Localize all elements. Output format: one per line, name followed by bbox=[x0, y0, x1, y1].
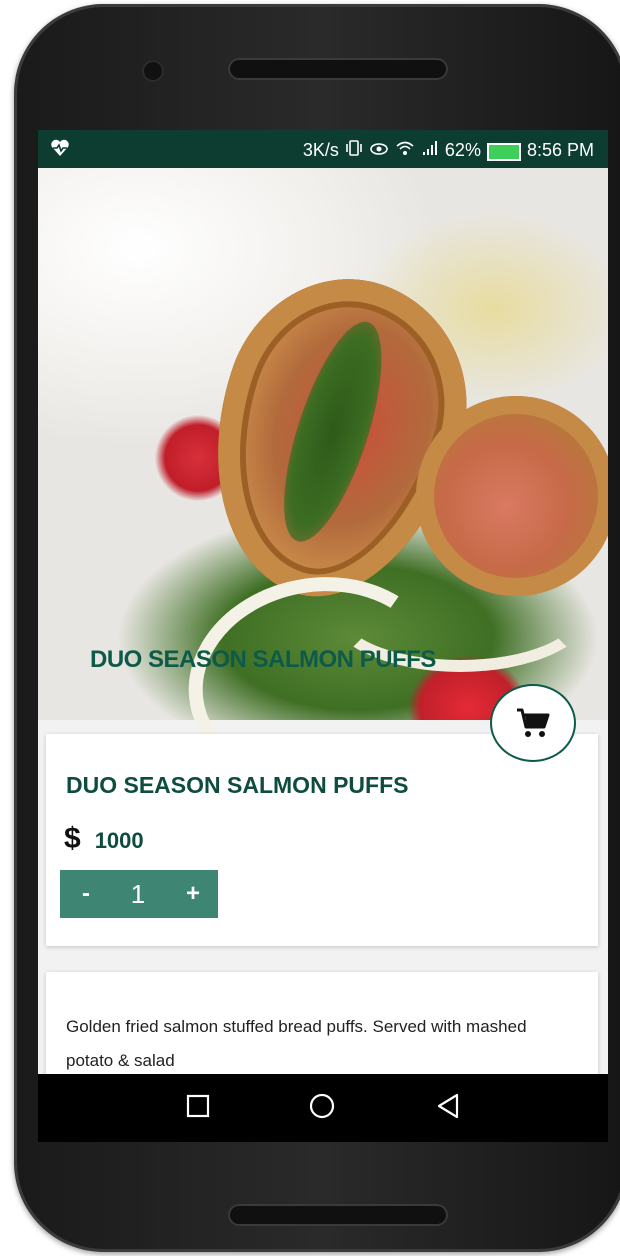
eye-icon bbox=[369, 139, 389, 162]
food-photo-salmon-puffs: DUO SEASON SALMON PUFFS bbox=[38, 168, 608, 807]
shopping-cart-icon bbox=[517, 708, 550, 737]
quantity-value: 1 bbox=[130, 878, 146, 909]
back-icon[interactable] bbox=[434, 1092, 462, 1120]
bottom-speaker bbox=[228, 1204, 448, 1226]
recent-apps-icon[interactable] bbox=[184, 1092, 212, 1120]
network-speed: 3K/s bbox=[302, 140, 339, 160]
battery-charging-icon bbox=[486, 142, 521, 161]
product-price: 1000 bbox=[94, 828, 144, 853]
front-camera bbox=[142, 60, 164, 82]
status-time: 8:56 PM bbox=[526, 140, 594, 160]
heart-monitor-icon bbox=[51, 139, 69, 156]
vibrate-icon bbox=[345, 139, 363, 162]
phone-screen: 3K/s 62% 8:56 PM DUO SEASON SALMON PUFFS bbox=[38, 130, 608, 1142]
product-name: DUO SEASON SALMON PUFFS bbox=[66, 772, 409, 798]
salmon-puff-shape bbox=[416, 396, 608, 596]
earpiece-speaker bbox=[228, 58, 448, 80]
price-row: $ 1000 bbox=[64, 822, 144, 856]
quantity-stepper: - 1 + bbox=[60, 870, 218, 918]
increment-button[interactable]: + bbox=[186, 880, 200, 908]
status-bar: 3K/s 62% 8:56 PM bbox=[38, 130, 608, 168]
product-card: DUO SEASON SALMON PUFFS $ 1000 - 1 + bbox=[46, 734, 598, 946]
battery-percent: 62% bbox=[444, 140, 481, 160]
nav-bar bbox=[38, 1074, 608, 1142]
home-icon[interactable] bbox=[308, 1092, 336, 1120]
wifi-icon bbox=[395, 139, 415, 162]
signal-icon bbox=[421, 139, 439, 162]
product-description: Golden fried salmon stuffed bread puffs.… bbox=[66, 1017, 527, 1070]
herb-filling-shape bbox=[263, 311, 402, 552]
hero-title: DUO SEASON SALMON PUFFS bbox=[90, 646, 436, 673]
currency-symbol: $ bbox=[64, 822, 81, 855]
decrement-button[interactable]: - bbox=[82, 880, 90, 908]
cart-button[interactable] bbox=[490, 684, 576, 762]
status-right: 3K/s 62% 8:56 PM bbox=[303, 139, 594, 162]
